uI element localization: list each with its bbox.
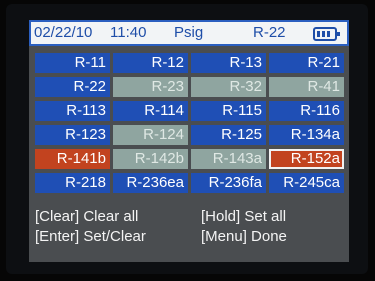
refrigerant-cell[interactable]: R-113 bbox=[35, 101, 110, 121]
refrigerant-cell[interactable]: R-218 bbox=[35, 173, 110, 193]
refrigerant-cell[interactable]: R-41 bbox=[269, 77, 344, 97]
refrigerant-cell[interactable]: R-21 bbox=[269, 53, 344, 73]
status-current-refrigerant: R-22 bbox=[253, 24, 286, 41]
refrigerant-cell[interactable]: R-143a bbox=[191, 149, 266, 169]
help-hold: [Hold] Set all bbox=[201, 208, 287, 225]
device-screen: 02/22/10 11:40 Psig R-22 R-11 R-12 R-13 R-2… bbox=[29, 20, 349, 262]
refrigerant-cell[interactable]: R-142b bbox=[113, 149, 188, 169]
refrigerant-cell[interactable]: R-23 bbox=[113, 77, 188, 97]
status-time: 11:40 bbox=[110, 24, 147, 41]
refrigerant-cell[interactable]: R-116 bbox=[269, 101, 344, 121]
refrigerant-grid: R-11 R-12 R-13 R-21 R-22 R-23 R-32 R-41 R-113 R-1… bbox=[35, 53, 347, 193]
status-date: 02/22/10 bbox=[34, 24, 93, 41]
refrigerant-cell[interactable]: R-124 bbox=[113, 125, 188, 145]
help-enter: [Enter] Set/Clear bbox=[35, 228, 146, 245]
refrigerant-cell[interactable]: R-12 bbox=[113, 53, 188, 73]
refrigerant-cell[interactable]: R-125 bbox=[191, 125, 266, 145]
help-clear: [Clear] Clear all bbox=[35, 208, 139, 225]
refrigerant-cell[interactable]: R-115 bbox=[191, 101, 266, 121]
status-pressure-unit: Psig bbox=[174, 24, 204, 41]
refrigerant-cell[interactable]: R-123 bbox=[35, 125, 110, 145]
refrigerant-cell[interactable]: R-236fa bbox=[191, 173, 266, 193]
refrigerant-cell[interactable]: R-245ca bbox=[269, 173, 344, 193]
refrigerant-cell[interactable]: R-11 bbox=[35, 53, 110, 73]
refrigerant-cell[interactable]: R-22 bbox=[35, 77, 110, 97]
refrigerant-cell[interactable]: R-32 bbox=[191, 77, 266, 97]
help-menu: [Menu] Done bbox=[201, 228, 287, 245]
battery-icon bbox=[313, 27, 340, 41]
refrigerant-cell[interactable]: R-114 bbox=[113, 101, 188, 121]
refrigerant-cell[interactable]: R-13 bbox=[191, 53, 266, 73]
refrigerant-cell[interactable]: R-134a bbox=[269, 125, 344, 145]
refrigerant-cell[interactable]: R-152a bbox=[269, 149, 344, 169]
refrigerant-cell[interactable]: R-141b bbox=[35, 149, 110, 169]
status-bar: 02/22/10 11:40 Psig R-22 bbox=[29, 20, 349, 46]
refrigerant-cell[interactable]: R-236ea bbox=[113, 173, 188, 193]
